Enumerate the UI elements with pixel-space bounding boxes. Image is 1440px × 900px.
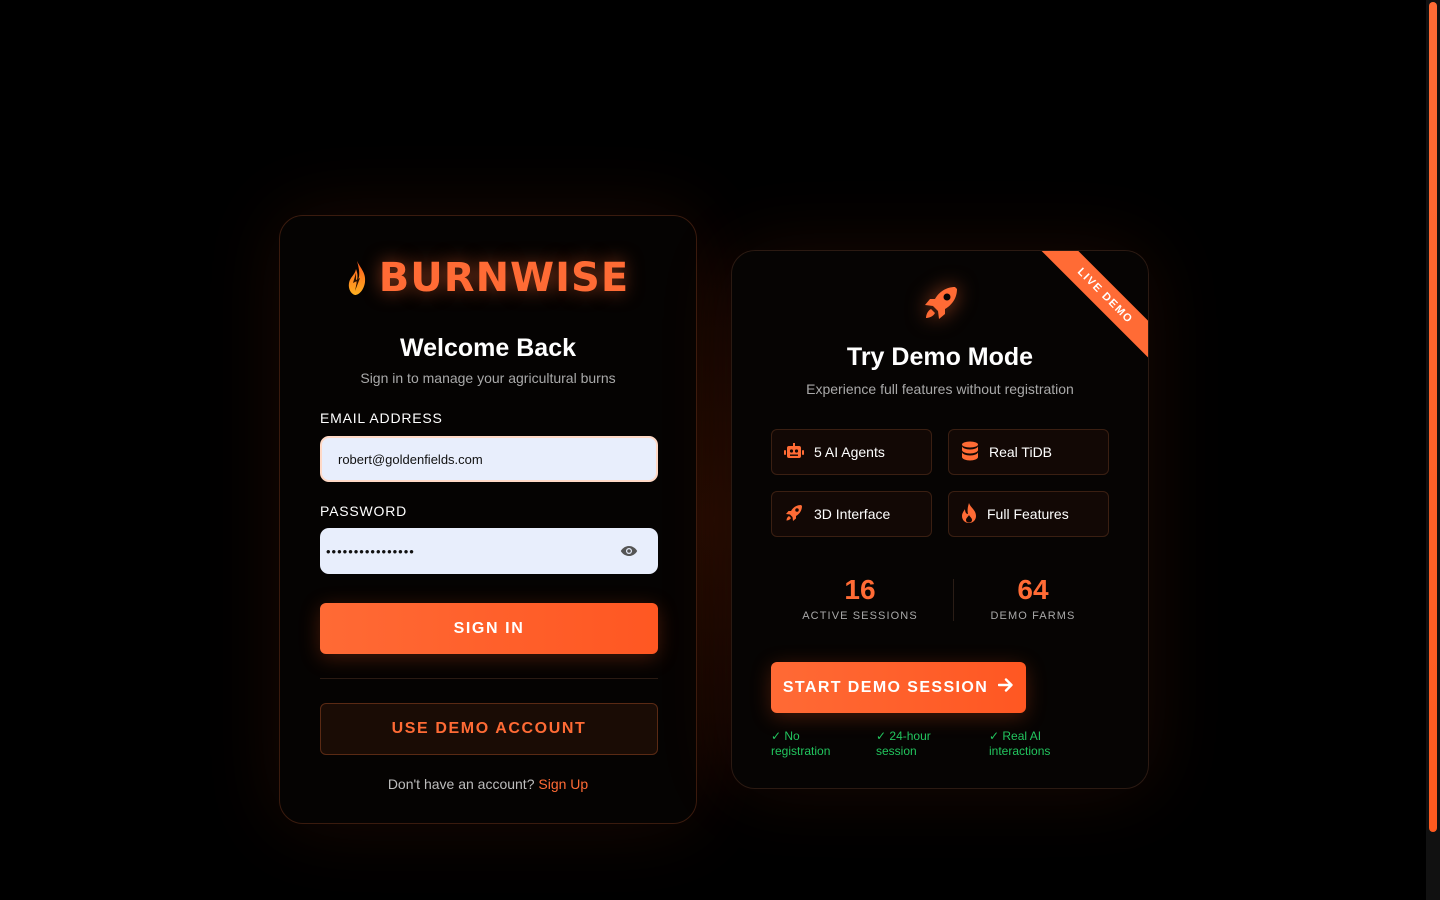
rocket-icon — [921, 283, 961, 328]
feature-label: 3D Interface — [814, 506, 891, 522]
demo-farms-count: 64 — [1017, 574, 1049, 605]
email-input[interactable]: robert@goldenfields.com — [320, 436, 658, 482]
active-sessions-label: ACTIVE SESSIONS — [802, 610, 918, 622]
start-demo-label: START DEMO SESSION — [782, 678, 989, 696]
brand-logo: BURNWISE — [280, 248, 696, 308]
stats-divider — [953, 579, 954, 621]
perk-real-ai-interactions: ✓ Real AI interactions — [989, 729, 1051, 758]
demo-farms-label: DEMO FARMS — [990, 610, 1076, 622]
sign-in-button[interactable]: SIGN IN — [320, 603, 658, 654]
password-label: PASSWORD — [320, 503, 408, 519]
scrollbar-thumb[interactable] — [1429, 2, 1437, 832]
brand-name: BURNWISE — [378, 255, 630, 301]
login-title: Welcome Back — [399, 334, 576, 362]
start-demo-session-button[interactable]: START DEMO SESSION — [771, 662, 1026, 713]
robot-icon — [784, 442, 804, 462]
perk-no-registration: ✓ No registration — [771, 729, 831, 758]
email-input-value: robert@goldenfields.com — [338, 451, 483, 467]
feature-ai-agents: 5 AI Agents — [771, 429, 932, 475]
scrollbar-track[interactable] — [1426, 0, 1440, 900]
divider — [320, 678, 658, 679]
feature-label: 5 AI Agents — [814, 444, 885, 460]
login-card: BURNWISE Welcome Back Sign in to manage … — [279, 215, 697, 824]
demo-title: Try Demo Mode — [846, 343, 1034, 371]
feature-full-features: Full Features — [948, 491, 1109, 537]
flame-logo-icon — [347, 260, 367, 296]
database-icon — [961, 441, 979, 464]
fire-icon — [961, 502, 977, 526]
rocket-icon — [784, 503, 804, 526]
use-demo-account-button[interactable]: USE DEMO ACCOUNT — [320, 703, 658, 755]
feature-real-tidb: Real TiDB — [948, 429, 1109, 475]
signup-row: Don't have an account? Sign Up — [280, 776, 696, 792]
eye-icon[interactable] — [620, 544, 638, 561]
password-input[interactable]: •••••••••••••••• — [320, 528, 658, 574]
login-subtitle: Sign in to manage your agricultural burn… — [360, 370, 616, 386]
demo-card: LIVE DEMO Try Demo Mode Experience full … — [731, 250, 1149, 789]
perk-24-hour-session: ✓ 24-hour session — [876, 729, 931, 758]
feature-3d-interface: 3D Interface — [771, 491, 932, 537]
page-background: BURNWISE Welcome Back Sign in to manage … — [0, 0, 1440, 900]
email-label: EMAIL ADDRESS — [320, 410, 443, 426]
password-input-value: •••••••••••••••• — [326, 543, 415, 559]
sign-up-link[interactable]: Sign Up — [538, 776, 588, 792]
demo-subtitle: Experience full features without registr… — [806, 381, 1074, 397]
signup-prompt: Don't have an account? — [387, 776, 535, 792]
feature-label: Real TiDB — [989, 444, 1053, 460]
feature-label: Full Features — [987, 506, 1069, 522]
arrow-right-icon — [997, 678, 1014, 697]
active-sessions-count: 16 — [844, 574, 876, 605]
